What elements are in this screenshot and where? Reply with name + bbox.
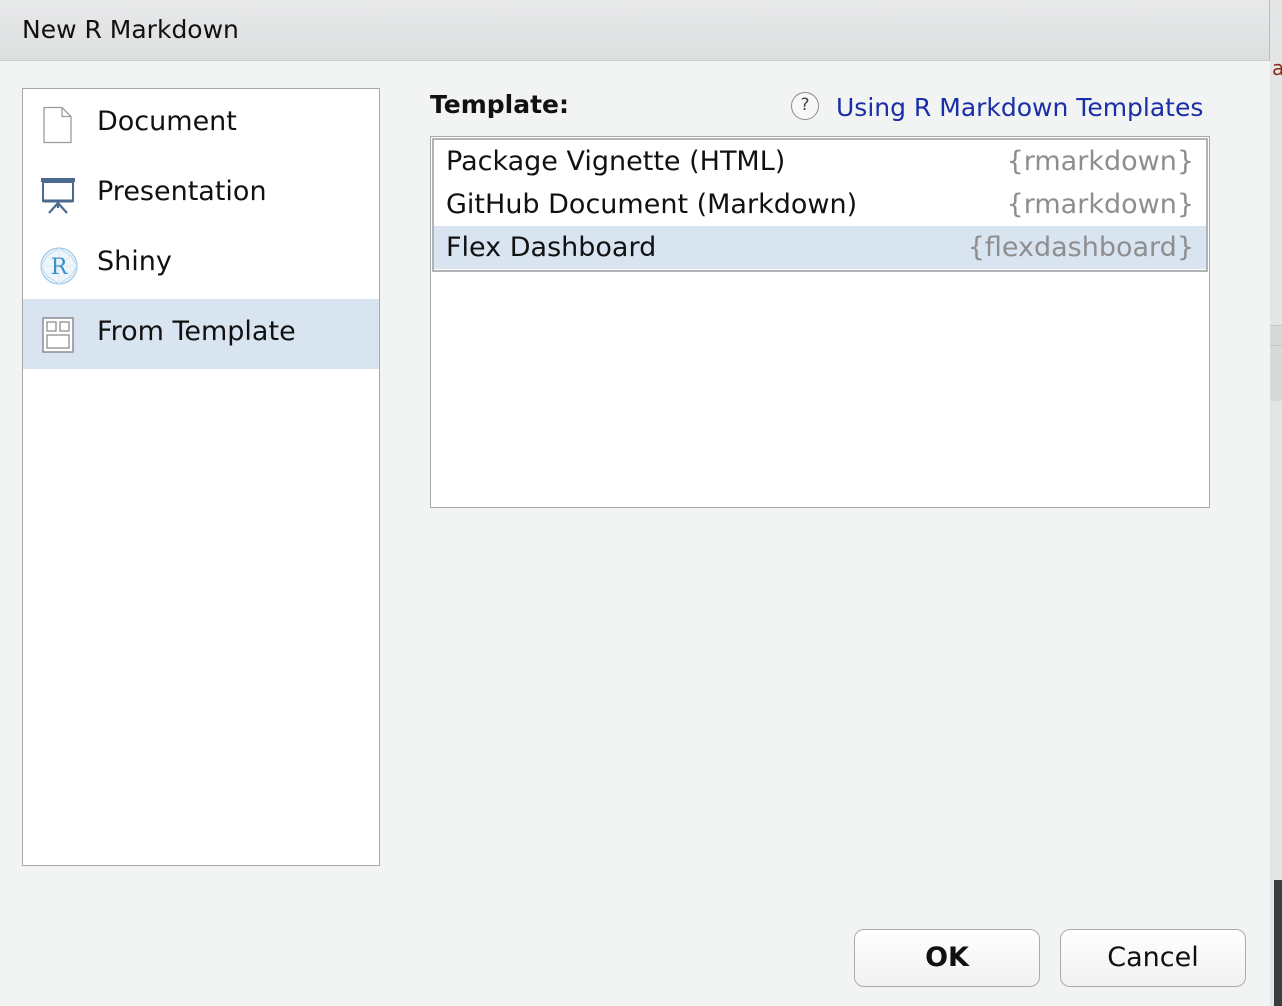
dialog-title: New R Markdown [22,15,239,44]
template-package: {flexdashboard} [967,232,1194,263]
sidebar-item-document[interactable]: Document [23,89,379,159]
cancel-button[interactable]: Cancel [1060,929,1246,987]
background-window-letter: a [1272,56,1282,80]
sidebar-item-label: Presentation [97,176,267,207]
template-name: Flex Dashboard [446,232,657,263]
background-window-segment [1270,325,1282,346]
template-list: Package Vignette (HTML) {rmarkdown} GitH… [430,136,1210,508]
template-heading: Template: [430,90,569,119]
template-row-flex-dashboard[interactable]: Flex Dashboard {flexdashboard} [434,226,1206,269]
using-templates-link[interactable]: Using R Markdown Templates [836,93,1203,122]
background-window-segment [1270,345,1282,401]
sidebar-item-label: Shiny [97,246,172,277]
template-name: GitHub Document (Markdown) [446,189,858,220]
template-icon [39,316,77,354]
template-name: Package Vignette (HTML) [446,146,786,177]
document-type-list: Document Presentation R Shiny From Templ… [22,88,380,866]
background-window-dark-area [1274,880,1282,1006]
document-icon [39,106,77,144]
presentation-icon [39,176,77,214]
sidebar-item-presentation[interactable]: Presentation [23,159,379,229]
help-icon[interactable]: ? [791,92,819,120]
template-row-github-document[interactable]: GitHub Document (Markdown) {rmarkdown} [434,183,1206,226]
template-rows: Package Vignette (HTML) {rmarkdown} GitH… [432,138,1208,272]
sidebar-item-from-template[interactable]: From Template [23,299,379,369]
sidebar-item-shiny[interactable]: R Shiny [23,229,379,299]
dialog-titlebar: New R Markdown [0,0,1270,61]
sidebar-item-label: Document [97,106,237,137]
template-row-package-vignette[interactable]: Package Vignette (HTML) {rmarkdown} [434,140,1206,183]
ok-button[interactable]: OK [854,929,1040,987]
template-package: {rmarkdown} [1006,189,1194,220]
background-window-edge: a [1269,0,1282,1006]
template-package: {rmarkdown} [1006,146,1194,177]
sidebar-item-label: From Template [97,316,296,347]
shiny-r-icon: R [39,246,78,285]
shiny-r-letter: R [51,255,69,280]
